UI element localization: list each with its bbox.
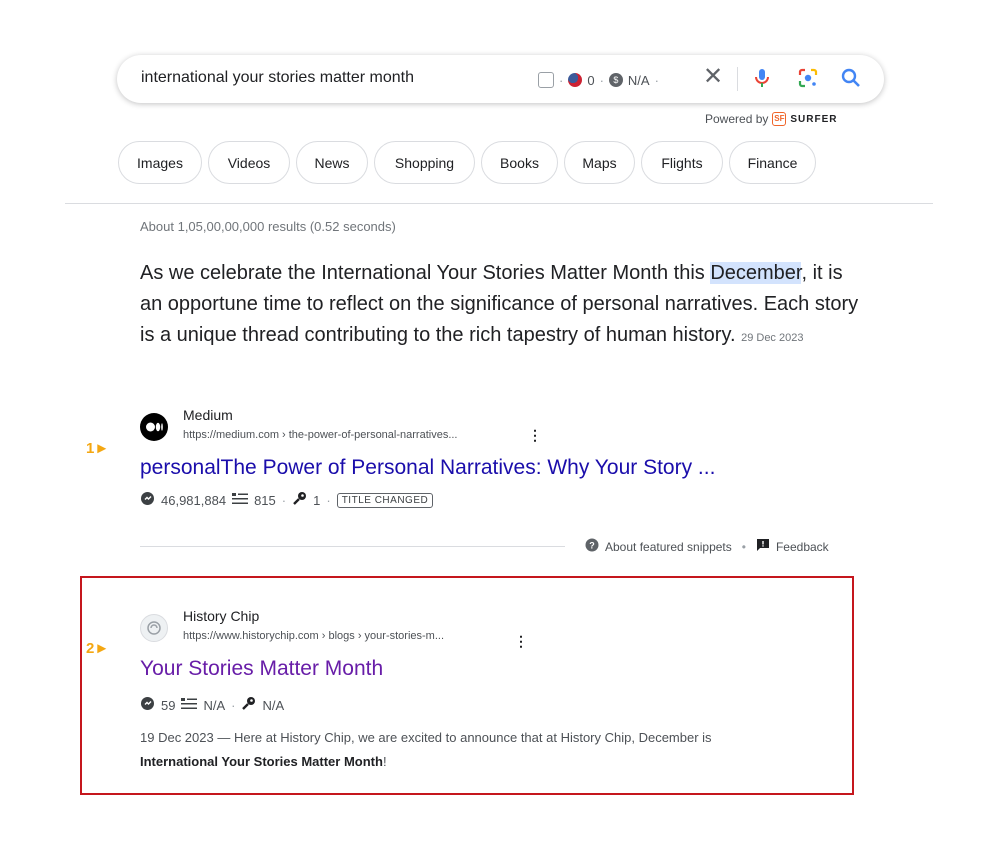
surfer-checkbox[interactable] (538, 72, 554, 88)
svg-text:?: ? (589, 541, 595, 551)
key-value: N/A (262, 697, 285, 713)
key-icon (292, 491, 307, 509)
snippet-date: 29 Dec 2023 (741, 332, 804, 344)
chip-books[interactable]: Books (481, 141, 558, 184)
clear-icon[interactable]: ✕ (703, 65, 723, 89)
keywords-value: 815 (254, 492, 276, 508)
medium-logo-icon[interactable] (140, 413, 168, 441)
feedback-icon[interactable] (756, 538, 770, 555)
traffic-value: 46,981,884 (161, 492, 227, 508)
site-name[interactable]: History Chip (183, 608, 259, 624)
keywords-value: N/A (203, 697, 226, 713)
historychip-favicon-icon[interactable] (140, 614, 168, 642)
separator-dot: · (281, 492, 287, 508)
dollar-icon: $ (608, 73, 623, 87)
divider (140, 546, 565, 547)
divider (737, 67, 738, 91)
site-name[interactable]: Medium (183, 407, 233, 423)
traffic-icon (140, 491, 155, 509)
result-title-link[interactable]: personalThe Power of Personal Narratives… (140, 456, 715, 480)
more-options-icon[interactable]: ⋮ (528, 427, 542, 444)
powered-by-label: Powered by (705, 112, 769, 126)
key-value: 1 (313, 492, 321, 508)
title-changed-badge: TITLE CHANGED (336, 492, 434, 508)
microphone-icon[interactable] (750, 66, 774, 95)
marker-arrow-icon: ► (94, 440, 110, 457)
snippet-feedback-row: ? About featured snippets • Feedback (585, 538, 829, 555)
chip-finance[interactable]: Finance (729, 141, 816, 184)
surfer-metrics: · 0 · $ N/A · (538, 72, 659, 88)
feedback-link[interactable]: Feedback (776, 540, 829, 554)
chip-images[interactable]: Images (118, 141, 202, 184)
separator-dot: · (654, 72, 659, 88)
traffic-icon (140, 696, 155, 714)
separator-dot: · (599, 72, 604, 88)
results-stats: About 1,05,00,00,000 results (0.52 secon… (140, 219, 396, 234)
description-end: ! (382, 754, 387, 769)
result-marker: 2► (86, 640, 109, 657)
description-text: 19 Dec 2023 — Here at History Chip, we a… (140, 730, 712, 745)
marker-arrow-icon: ► (94, 640, 110, 657)
featured-snippet-text: As we celebrate the International Your S… (140, 258, 870, 354)
search-icon[interactable] (839, 66, 863, 95)
surfer-count: 0 (587, 72, 595, 88)
separator-dot: · (326, 492, 331, 508)
result-title-link[interactable]: Your Stories Matter Month (140, 657, 383, 681)
more-options-icon[interactable]: ⋮ (514, 633, 528, 650)
help-icon[interactable]: ? (585, 538, 599, 555)
separator-dot: • (741, 539, 746, 554)
chip-news[interactable]: News (296, 141, 368, 184)
chip-videos[interactable]: Videos (208, 141, 290, 184)
result-description: 19 Dec 2023 — Here at History Chip, we a… (140, 726, 780, 774)
search-box[interactable]: international your stories matter month … (117, 55, 884, 103)
search-input[interactable]: international your stories matter month (141, 69, 414, 87)
keywords-icon (232, 492, 249, 508)
result-metrics: 59 N/A · N/A (140, 696, 284, 714)
snippet-highlight: December (710, 262, 802, 284)
site-url[interactable]: https://www.historychip.com › blogs › yo… (183, 630, 444, 642)
chip-maps[interactable]: Maps (564, 141, 635, 184)
powered-by-surfer[interactable]: Powered by SF SURFER (705, 112, 838, 126)
keywords-icon (181, 697, 198, 713)
divider (65, 203, 933, 204)
separator-dot: · (559, 72, 564, 88)
chip-shopping[interactable]: Shopping (374, 141, 475, 184)
lens-icon[interactable] (796, 66, 820, 95)
surfer-value: N/A (627, 72, 650, 88)
site-url[interactable]: https://medium.com › the-power-of-person… (183, 429, 458, 441)
traffic-value: 59 (161, 697, 176, 713)
country-flag-icon (568, 73, 583, 87)
key-icon (241, 696, 256, 714)
surfer-brand: SURFER (790, 113, 838, 125)
result-metrics: 46,981,884 815 · 1 · TITLE CHANGED (140, 491, 434, 509)
result-marker: 1► (86, 440, 109, 457)
about-snippets-link[interactable]: About featured snippets (605, 540, 732, 554)
chip-flights[interactable]: Flights (641, 141, 723, 184)
separator-dot: · (231, 697, 236, 713)
snippet-text: As we celebrate the International Your S… (140, 262, 711, 284)
description-bold: International Your Stories Matter Month (140, 754, 383, 769)
surfer-logo-icon: SF (772, 112, 787, 126)
